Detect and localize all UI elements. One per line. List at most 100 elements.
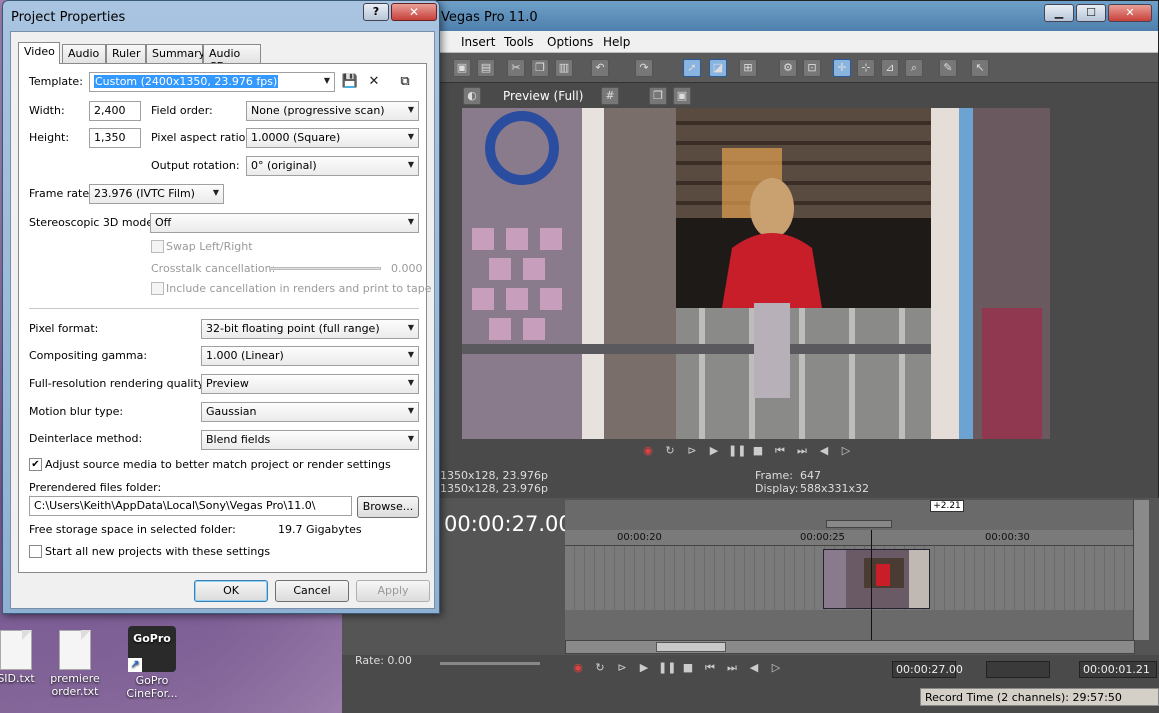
tab-video[interactable]: Video xyxy=(18,42,60,64)
frame-rate-dropdown[interactable]: 23.976 (IVTC Film) xyxy=(89,184,224,204)
stop-icon[interactable]: ■ xyxy=(750,443,766,459)
compositing-gamma-dropdown[interactable]: 1.000 (Linear) xyxy=(201,346,419,366)
deinterlace-dropdown[interactable]: Blend fields xyxy=(201,430,419,450)
include-cancellation-checkbox[interactable] xyxy=(151,282,164,295)
delete-template-icon[interactable]: ✕ xyxy=(365,73,383,91)
envelope-tool-icon[interactable]: ◪ xyxy=(709,59,727,77)
pause-icon[interactable]: ❚❚ xyxy=(728,443,746,459)
zoom-select-icon[interactable]: ⊿ xyxy=(881,59,899,77)
maximize-button[interactable]: ☐ xyxy=(1076,4,1106,22)
undo-icon[interactable]: ↶ xyxy=(591,59,609,77)
time-ruler[interactable]: 00:00:20 00:00:25 00:00:30 xyxy=(565,530,1135,546)
scrollbar-thumb[interactable] xyxy=(656,642,726,652)
save-template-icon[interactable]: 💾 xyxy=(341,73,359,91)
dialog-close-button[interactable]: ✕ xyxy=(391,3,437,21)
prerendered-folder-input[interactable]: C:\Users\Keith\AppData\Local\Sony\Vegas … xyxy=(29,496,352,516)
rendering-quality-dropdown[interactable]: Preview xyxy=(201,374,419,394)
template-dropdown[interactable]: Custom (2400x1350, 23.976 fps) xyxy=(89,72,335,92)
tab-audio[interactable]: Audio xyxy=(62,44,106,63)
ok-button[interactable]: OK xyxy=(194,580,268,602)
field-order-dropdown[interactable]: None (progressive scan) xyxy=(246,101,419,121)
cursor-position-field[interactable]: 00:00:27.00 xyxy=(892,661,963,678)
crosstalk-slider[interactable] xyxy=(269,267,381,270)
snap-icon[interactable]: ⊞ xyxy=(739,59,757,77)
save-snapshot-icon[interactable]: ▣ xyxy=(673,87,691,105)
tab-ruler[interactable]: Ruler xyxy=(106,44,146,63)
record-icon[interactable]: ◉ xyxy=(570,660,586,676)
selection-tool-icon[interactable]: ⊹ xyxy=(857,59,875,77)
loop-region[interactable] xyxy=(826,520,892,528)
go-to-start-icon[interactable]: ⏮ xyxy=(772,443,788,459)
width-input[interactable]: 2,400 xyxy=(89,101,141,121)
desktop-icon-premiere-order[interactable]: premiere order.txt xyxy=(45,630,105,698)
copy-icon[interactable]: ❐ xyxy=(531,59,549,77)
enable-snapping-icon[interactable]: ✛ xyxy=(833,59,851,77)
stop-icon[interactable]: ■ xyxy=(680,660,696,676)
match-media-icon[interactable]: ⧉ xyxy=(396,73,414,91)
loop-icon[interactable]: ↻ xyxy=(592,660,608,676)
import-icon[interactable]: ▣ xyxy=(453,59,471,77)
preview-quality-dropdown[interactable]: Preview (Full) xyxy=(503,89,583,103)
cancel-button[interactable]: Cancel xyxy=(275,580,349,602)
desktop-icon-label: SID.txt xyxy=(0,672,35,685)
menu-help[interactable]: Help xyxy=(603,35,630,49)
adjust-source-media-checkbox[interactable]: ✔ xyxy=(29,458,42,471)
browse-button[interactable]: Browse... xyxy=(357,496,419,518)
zoom-tool-icon[interactable]: ⌕ xyxy=(905,59,923,77)
play-icon[interactable]: ▶ xyxy=(706,443,722,459)
next-frame-icon[interactable]: ▷ xyxy=(768,660,784,676)
rate-slider[interactable] xyxy=(440,662,540,665)
tab-summary[interactable]: Summary xyxy=(146,44,205,63)
previous-frame-icon[interactable]: ◀ xyxy=(816,443,832,459)
timeline-horizontal-scrollbar[interactable] xyxy=(565,640,1135,654)
next-frame-icon[interactable]: ▷ xyxy=(838,443,854,459)
menu-tools[interactable]: Tools xyxy=(504,35,534,49)
whats-this-icon[interactable]: ↖ xyxy=(971,59,989,77)
selection-length-field[interactable]: 00:00:01.21 xyxy=(1079,661,1157,678)
lock-envelopes-icon[interactable]: ⊡ xyxy=(803,59,821,77)
paste-icon[interactable]: ▥ xyxy=(555,59,573,77)
auto-ripple-icon[interactable]: ⚙ xyxy=(779,59,797,77)
minimize-button[interactable]: ▁ xyxy=(1044,4,1074,22)
motion-blur-dropdown[interactable]: Gaussian xyxy=(201,402,419,422)
timeline-vertical-scrollbar[interactable] xyxy=(1133,500,1149,640)
play-from-start-icon[interactable]: ⊳ xyxy=(684,443,700,459)
stereo-3d-dropdown[interactable]: Off xyxy=(150,213,419,233)
output-rotation-dropdown[interactable]: 0° (original) xyxy=(246,156,419,176)
play-from-start-icon[interactable]: ⊳ xyxy=(614,660,630,676)
play-icon[interactable]: ▶ xyxy=(636,660,652,676)
tab-audio-cd[interactable]: Audio CD xyxy=(203,44,261,73)
normal-edit-tool-icon[interactable]: ➚ xyxy=(683,59,701,77)
menu-insert[interactable]: Insert xyxy=(461,35,495,49)
cut-icon[interactable]: ✂ xyxy=(507,59,525,77)
render-icon[interactable]: ▤ xyxy=(477,59,495,77)
previous-frame-icon[interactable]: ◀ xyxy=(746,660,762,676)
video-clip[interactable] xyxy=(823,549,930,609)
copy-snapshot-icon[interactable]: ❐ xyxy=(649,87,667,105)
menu-options[interactable]: Options xyxy=(547,35,593,49)
start-all-projects-checkbox[interactable] xyxy=(29,545,42,558)
go-to-end-icon[interactable]: ⏭ xyxy=(794,443,810,459)
apply-button[interactable]: Apply xyxy=(356,580,430,602)
help-button[interactable]: ? xyxy=(363,3,389,21)
pixel-aspect-label: Pixel aspect ratio: xyxy=(151,131,250,144)
brush-icon[interactable]: ✎ xyxy=(939,59,957,77)
preview-fx-icon[interactable]: ◐ xyxy=(463,87,481,105)
pixel-aspect-dropdown[interactable]: 1.0000 (Square) xyxy=(246,128,419,148)
close-button[interactable]: ✕ xyxy=(1108,4,1152,22)
swap-left-right-checkbox[interactable] xyxy=(151,240,164,253)
redo-icon[interactable]: ↷ xyxy=(635,59,653,77)
desktop-icon-gopro[interactable]: GoPro ↗ GoPro CineFor... xyxy=(122,626,182,700)
desktop-icon-sid[interactable]: SID.txt xyxy=(0,630,46,685)
loop-icon[interactable]: ↻ xyxy=(662,443,678,459)
selection-start-field[interactable] xyxy=(986,661,1050,678)
prerendered-folder-label: Prerendered files folder: xyxy=(29,481,162,494)
record-icon[interactable]: ◉ xyxy=(640,443,656,459)
go-to-end-icon[interactable]: ⏭ xyxy=(724,660,740,676)
height-input[interactable]: 1,350 xyxy=(89,128,141,148)
go-to-start-icon[interactable]: ⏮ xyxy=(702,660,718,676)
overlays-icon[interactable]: # xyxy=(601,87,619,105)
pixel-format-dropdown[interactable]: 32-bit floating point (full range) xyxy=(201,319,419,339)
playhead-cursor[interactable] xyxy=(871,530,872,640)
pause-icon[interactable]: ❚❚ xyxy=(658,660,676,676)
